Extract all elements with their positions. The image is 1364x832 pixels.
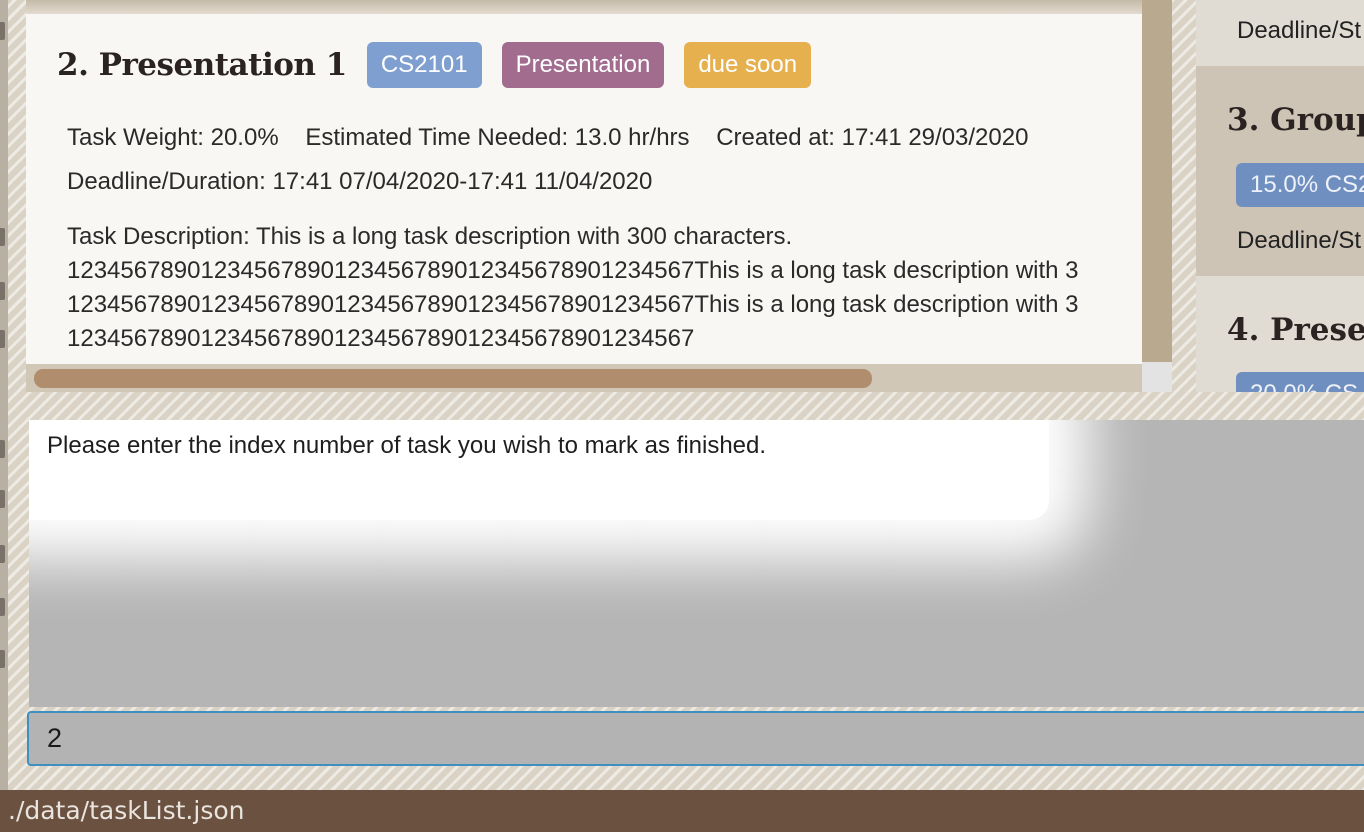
task-meta-row: Task Weight: 20.0% Estimated Time Needed…: [67, 124, 1028, 152]
task-type-badge: Presentation: [501, 42, 665, 88]
task-list-title: 3. Group: [1227, 102, 1364, 138]
task-list-deadline: Deadline/St: [1237, 17, 1362, 44]
edge-mark: [0, 490, 5, 508]
task-detail-panel: 2. Presentation 1 CS2101 Presentation du…: [26, 0, 1172, 392]
task-title: 2. Presentation 1: [57, 47, 347, 83]
command-input[interactable]: [27, 711, 1364, 766]
task-list-deadline: Deadline/St: [1237, 227, 1362, 254]
task-list-panel[interactable]: Deadline/St 3. Group 15.0% CS2 Deadline/…: [1196, 0, 1364, 392]
task-list-item[interactable]: Deadline/St: [1196, 0, 1364, 66]
estimated-time: Estimated Time Needed: 13.0 hr/hrs: [305, 124, 690, 151]
task-list-badge: 20.0% CS: [1236, 372, 1364, 392]
task-list-item[interactable]: 4. Preser 20.0% CS: [1196, 276, 1364, 392]
task-list-title: 4. Preser: [1227, 312, 1364, 348]
task-list-item[interactable]: 3. Group 15.0% CS2 Deadline/St: [1196, 66, 1364, 276]
task-title-row: 2. Presentation 1 CS2101 Presentation du…: [57, 42, 812, 88]
result-message: Please enter the index number of task yo…: [47, 432, 767, 459]
task-description-line: 1234567890123456789012345678901234567890…: [67, 257, 1079, 284]
task-list-badge: 15.0% CS2: [1236, 163, 1364, 207]
edge-mark: [0, 330, 5, 348]
edge-mark: [0, 22, 5, 40]
vertical-scrollbar[interactable]: [1142, 0, 1172, 392]
task-deadline: Deadline/Duration: 17:41 07/04/2020-17:4…: [67, 168, 653, 195]
created-at: Created at: 17:41 29/03/2020: [716, 124, 1029, 151]
edge-mark: [0, 282, 5, 300]
edge-mark: [0, 440, 5, 458]
edge-mark: [0, 228, 5, 246]
module-badge: CS2101: [366, 42, 482, 88]
scrollbar-corner: [1142, 362, 1172, 392]
edge-mark: [0, 650, 5, 668]
task-weight: Task Weight: 20.0%: [67, 124, 279, 151]
task-description-line: Task Description: This is a long task de…: [67, 223, 793, 250]
save-file-path: ./data/taskList.json: [8, 796, 245, 825]
card-top-edge: [26, 0, 1142, 14]
task-description-line: 1234567890123456789012345678901234567890…: [67, 291, 1079, 318]
left-window-edge: [0, 0, 8, 790]
horizontal-scrollbar[interactable]: [26, 364, 1142, 392]
edge-mark: [0, 545, 5, 563]
edge-mark: [0, 598, 5, 616]
task-description-line: 1234567890123456789012345678901234567890…: [67, 325, 695, 352]
result-display: Please enter the index number of task yo…: [29, 420, 1364, 707]
status-bar: ./data/taskList.json: [0, 790, 1364, 832]
due-status-badge: due soon: [684, 42, 812, 88]
task-card: 2. Presentation 1 CS2101 Presentation du…: [26, 14, 1142, 364]
horizontal-scroll-thumb[interactable]: [34, 369, 872, 388]
